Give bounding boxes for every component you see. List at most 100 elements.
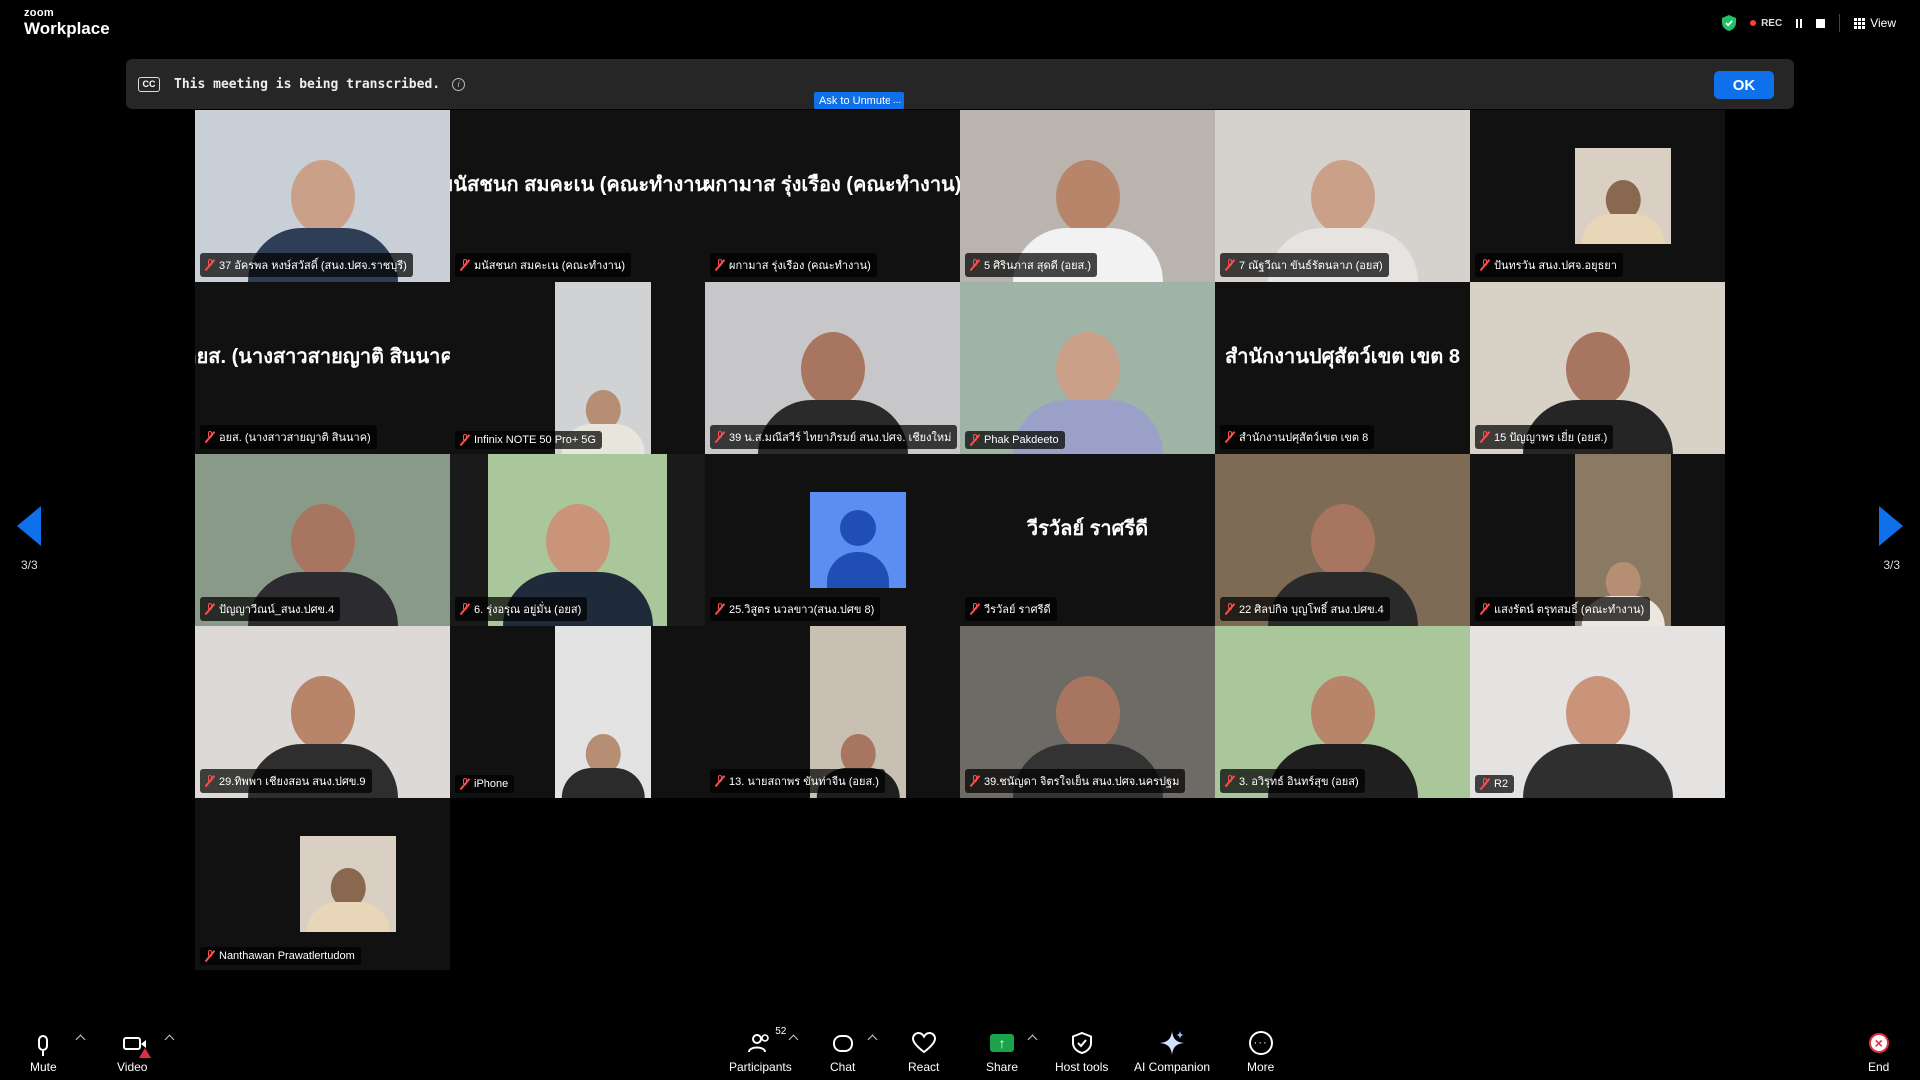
participant-tile[interactable]: สำนักงานปศุสัตว์เขต เขต 8 สำนักงานปศุสัตว…	[1215, 282, 1470, 454]
more-button[interactable]: ··· More	[1247, 1028, 1274, 1074]
participant-tile[interactable]: 29.ทิพพา เชียงสอน สนง.ปศข.9	[195, 626, 450, 798]
participant-tile[interactable]: 6. รุ่งอรุณ อยู่มั่น (อยส)	[450, 454, 705, 626]
participant-tile[interactable]: 25.วิสูตร นวลขาว(สนง.ปศข 8)	[705, 454, 960, 626]
participant-tile[interactable]: 7 ณัฐวีณา ขันธ์รัตนลาภ (อยส)	[1215, 110, 1470, 282]
end-label: End	[1868, 1060, 1890, 1074]
host-tools-button[interactable]: Host tools	[1055, 1028, 1108, 1074]
participant-name-label: 6. รุ่งอรุณ อยู่มั่น (อยส)	[455, 597, 588, 621]
participant-tile[interactable]: 39.ชนัญดา จิตรใจเย็น สนง.ปศจ.นครปฐม	[960, 626, 1215, 798]
top-bar: zoom Workplace REC View	[0, 0, 1920, 46]
participants-icon	[748, 1034, 770, 1053]
audio-options-chevron-up-icon[interactable]	[75, 1034, 86, 1045]
participant-tile[interactable]: 5 ศิรินภาส สุดดี (อยส.)	[960, 110, 1215, 282]
participant-display-name: ผกามาส รุ่งเรือง (คณะทำงาน)	[705, 174, 960, 196]
participant-name-label: มนัสชนก สมคะเน (คณะทำงาน)	[455, 253, 632, 277]
participant-name-label: ปันทรวัน สนง.ปศจ.อยุธยา	[1475, 253, 1623, 277]
participant-tile[interactable]: Nanthawan Prawatlertudom	[195, 798, 450, 970]
participant-tile[interactable]: แสงรัตน์ ตรุทสมธิ์ (คณะทำงาน)	[1470, 454, 1725, 626]
muted-microphone-icon	[1480, 603, 1490, 615]
participant-name-label: 15 ปัญญาพร เยี่ย (อยส.)	[1475, 425, 1614, 449]
record-dot-icon	[1750, 20, 1757, 26]
participant-tile[interactable]: iPhone	[450, 626, 705, 798]
react-button[interactable]: React	[908, 1028, 939, 1074]
pause-recording-icon[interactable]	[1796, 18, 1803, 28]
muted-microphone-icon	[460, 778, 470, 790]
participant-tile[interactable]: 39 น.ส.มณีสวีร์ ไทยาภิรมย์ สนง.ปศจ. เชีย…	[705, 282, 960, 454]
participant-tile[interactable]: มนัสชนก สมคะเน (คณะทำงาน) มนัสชนก สมคะเน …	[450, 110, 705, 282]
previous-page-arrow-icon[interactable]	[17, 506, 41, 546]
default-avatar-icon	[810, 492, 906, 588]
participant-display-name: อยส. (นางสาวสายญาติ สินนาค)	[195, 346, 450, 368]
closed-caption-icon: CC	[138, 76, 160, 92]
participant-name: 5 ศิรินภาส สุดดี (อยส.)	[984, 260, 1091, 272]
info-icon[interactable]: i	[452, 77, 466, 91]
participant-tile[interactable]: 13. นายสถาพร ขันท่าจีน (อยส.)	[705, 626, 960, 798]
participant-name: ผกามาส รุ่งเรือง (คณะทำงาน)	[729, 260, 871, 272]
video-button[interactable]: Video	[117, 1028, 152, 1074]
share-options-chevron-up-icon[interactable]	[1027, 1034, 1038, 1045]
zoom-workplace-logo: zoom Workplace	[24, 7, 110, 38]
participant-tile[interactable]: อยส. (นางสาวสายญาติ สินนาค) อยส. (นางสาวส…	[195, 282, 450, 454]
muted-microphone-icon	[1480, 431, 1490, 443]
heart-icon	[911, 1032, 936, 1054]
video-options-chevron-up-icon[interactable]	[164, 1034, 175, 1045]
participant-video-feed	[960, 282, 1215, 454]
share-screen-arrow-up-icon: ↑	[990, 1034, 1015, 1052]
muted-microphone-icon	[715, 431, 725, 443]
chat-label: Chat	[830, 1060, 856, 1074]
participant-name-label: 39 น.ส.มณีสวีร์ ไทยาภิรมย์ สนง.ปศจ. เชีย…	[710, 425, 958, 449]
chat-options-chevron-up-icon[interactable]	[867, 1034, 878, 1045]
participant-name-label: iPhone	[455, 775, 515, 793]
participant-name: 13. นายสถาพร ขันท่าจีน (อยส.)	[729, 776, 879, 788]
participant-name-label: 29.ทิพพา เชียงสอน สนง.ปศข.9	[200, 769, 372, 793]
divider	[1839, 14, 1841, 32]
logo-brand: zoom	[24, 7, 54, 19]
participant-name: 6. รุ่งอรุณ อยู่มั่น (อยส)	[474, 604, 582, 616]
participant-name: สำนักงานปศุสัตว์เขต เขต 8	[1239, 432, 1369, 444]
participant-tile[interactable]: Phak Pakdeeto	[960, 282, 1215, 454]
muted-microphone-icon	[460, 603, 470, 615]
muted-microphone-icon	[205, 259, 215, 271]
participant-name-label: 13. นายสถาพร ขันท่าจีน (อยส.)	[710, 769, 885, 793]
participants-button[interactable]: 52 Participants	[729, 1026, 792, 1074]
participant-tile[interactable]: ปัญญาวีณน์_สนง.ปศข.4	[195, 454, 450, 626]
participant-tile[interactable]: 3. อวิรุทธ์ อินทร์สุข (อยส)	[1215, 626, 1470, 798]
participant-display-name: มนัสชนก สมคะเน (คณะทำงาน)	[450, 174, 705, 196]
share-button[interactable]: ↑ Share	[986, 1028, 1018, 1074]
participant-tile[interactable]: Infinix NOTE 50 Pro+ 5G	[450, 282, 705, 454]
ai-companion-button[interactable]: AI Companion	[1134, 1028, 1210, 1074]
muted-microphone-icon	[970, 259, 980, 271]
mute-button[interactable]: Mute	[30, 1028, 57, 1074]
participant-name: iPhone	[474, 778, 509, 790]
ok-button[interactable]: OK	[1714, 71, 1774, 99]
muted-microphone-icon	[1480, 259, 1490, 271]
participant-tile[interactable]: 15 ปัญญาพร เยี่ย (อยส.)	[1470, 282, 1725, 454]
participant-tile[interactable]: ผกามาส รุ่งเรือง (คณะทำงาน) ผกามาส รุ่งเร…	[705, 110, 960, 282]
participant-tile[interactable]: 22 ศิลปกิจ บุญโพธิ์ สนง.ปศข.4	[1215, 454, 1470, 626]
chat-button[interactable]: Chat	[830, 1028, 855, 1074]
end-button[interactable]: × End	[1868, 1028, 1889, 1074]
end-meeting-close-icon: ×	[1868, 1033, 1889, 1053]
more-options-icon: ···	[1248, 1031, 1273, 1055]
participant-name-label: สำนักงานปศุสัตว์เขต เขต 8	[1220, 425, 1375, 449]
tile-more-options-button[interactable]: ...	[890, 92, 904, 109]
security-shield-icon[interactable]	[1722, 15, 1737, 31]
participant-tile[interactable]: R2	[1470, 626, 1725, 798]
warning-icon	[139, 1048, 152, 1058]
participant-name-label: R2	[1475, 775, 1515, 793]
transcription-notice-text: This meeting is being transcribed.	[174, 76, 441, 92]
meeting-toolbar: Mute Video 52 Participants Chat React ↑ …	[0, 1020, 1920, 1080]
view-button[interactable]: View	[1854, 16, 1896, 30]
ask-to-unmute-button[interactable]: Ask to Unmute	[814, 92, 897, 109]
participant-name-label: 25.วิสูตร นวลขาว(สนง.ปศข 8)	[710, 597, 881, 621]
ai-sparkle-icon	[1160, 1031, 1185, 1055]
participant-tile[interactable]: วีรวัลย์ ราศรีดี วีรวัลย์ ราศรีดี	[960, 454, 1215, 626]
participant-tile[interactable]: ปันทรวัน สนง.ปศจ.อยุธยา	[1470, 110, 1725, 282]
muted-microphone-icon	[970, 775, 980, 787]
participant-name: ปันทรวัน สนง.ปศจ.อยุธยา	[1494, 260, 1617, 272]
next-page-arrow-icon[interactable]	[1879, 506, 1903, 546]
muted-microphone-icon	[460, 259, 470, 271]
participant-tile[interactable]: 37 อัครพล หงษ์สวัสดิ์ (สนง.ปศจ.ราชบุรี)	[195, 110, 450, 282]
participant-name: Nanthawan Prawatlertudom	[219, 950, 355, 962]
stop-recording-icon[interactable]	[1816, 18, 1826, 28]
